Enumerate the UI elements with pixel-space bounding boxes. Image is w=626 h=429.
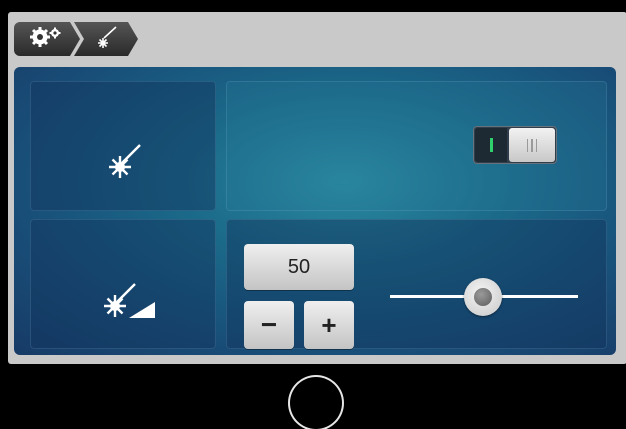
decrease-power-button[interactable]: − (244, 301, 294, 349)
power-slider-knob[interactable] (464, 278, 502, 316)
breadcrumb-settings[interactable] (14, 22, 80, 56)
increase-power-button[interactable]: + (304, 301, 354, 349)
laser-icon (104, 137, 148, 181)
toggle-on-indicator (475, 128, 507, 162)
toggle-off-handle (509, 128, 555, 162)
app-window: 50 − + (8, 12, 626, 364)
laser-power-icon (100, 275, 158, 323)
power-value-display[interactable]: 50 (244, 244, 354, 290)
laser-toggle-switch[interactable] (473, 126, 557, 164)
laser-icon (92, 25, 120, 54)
home-circle-icon[interactable] (290, 377, 342, 429)
breadcrumb-laser[interactable] (74, 22, 138, 56)
breadcrumb (14, 22, 138, 56)
gears-icon (27, 25, 67, 54)
